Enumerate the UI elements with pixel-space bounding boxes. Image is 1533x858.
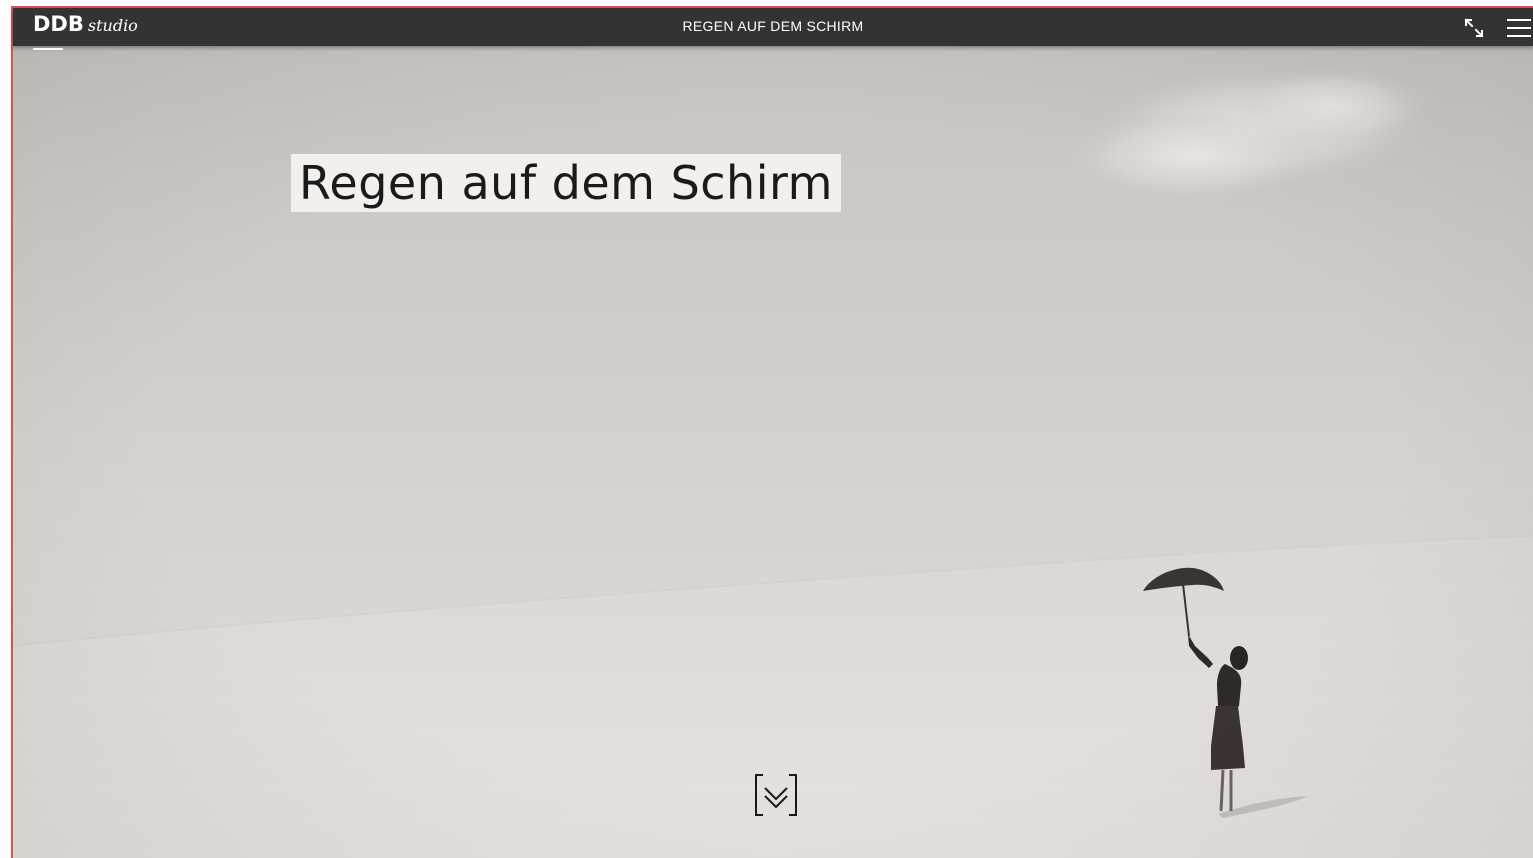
expand-arrows-icon xyxy=(1464,18,1484,38)
double-chevron-down-icon xyxy=(755,774,797,816)
headline-box: Regen auf dem Schirm xyxy=(291,154,841,212)
top-navigation-bar: DDB studio REGEN AUF DEM SCHIRM xyxy=(13,8,1533,50)
app-window: DDB studio REGEN AUF DEM SCHIRM Regen au… xyxy=(0,0,1533,858)
hero-headline: Regen auf dem Schirm xyxy=(299,156,833,210)
scroll-down-button[interactable] xyxy=(753,772,799,818)
hero-section: Regen auf dem Schirm xyxy=(13,46,1533,858)
fullscreen-button[interactable] xyxy=(1461,16,1487,40)
hamburger-menu-icon xyxy=(1507,19,1531,37)
logo-underline xyxy=(33,48,63,50)
page-title: REGEN AUF DEM SCHIRM xyxy=(682,18,864,34)
menu-button[interactable] xyxy=(1505,16,1531,40)
